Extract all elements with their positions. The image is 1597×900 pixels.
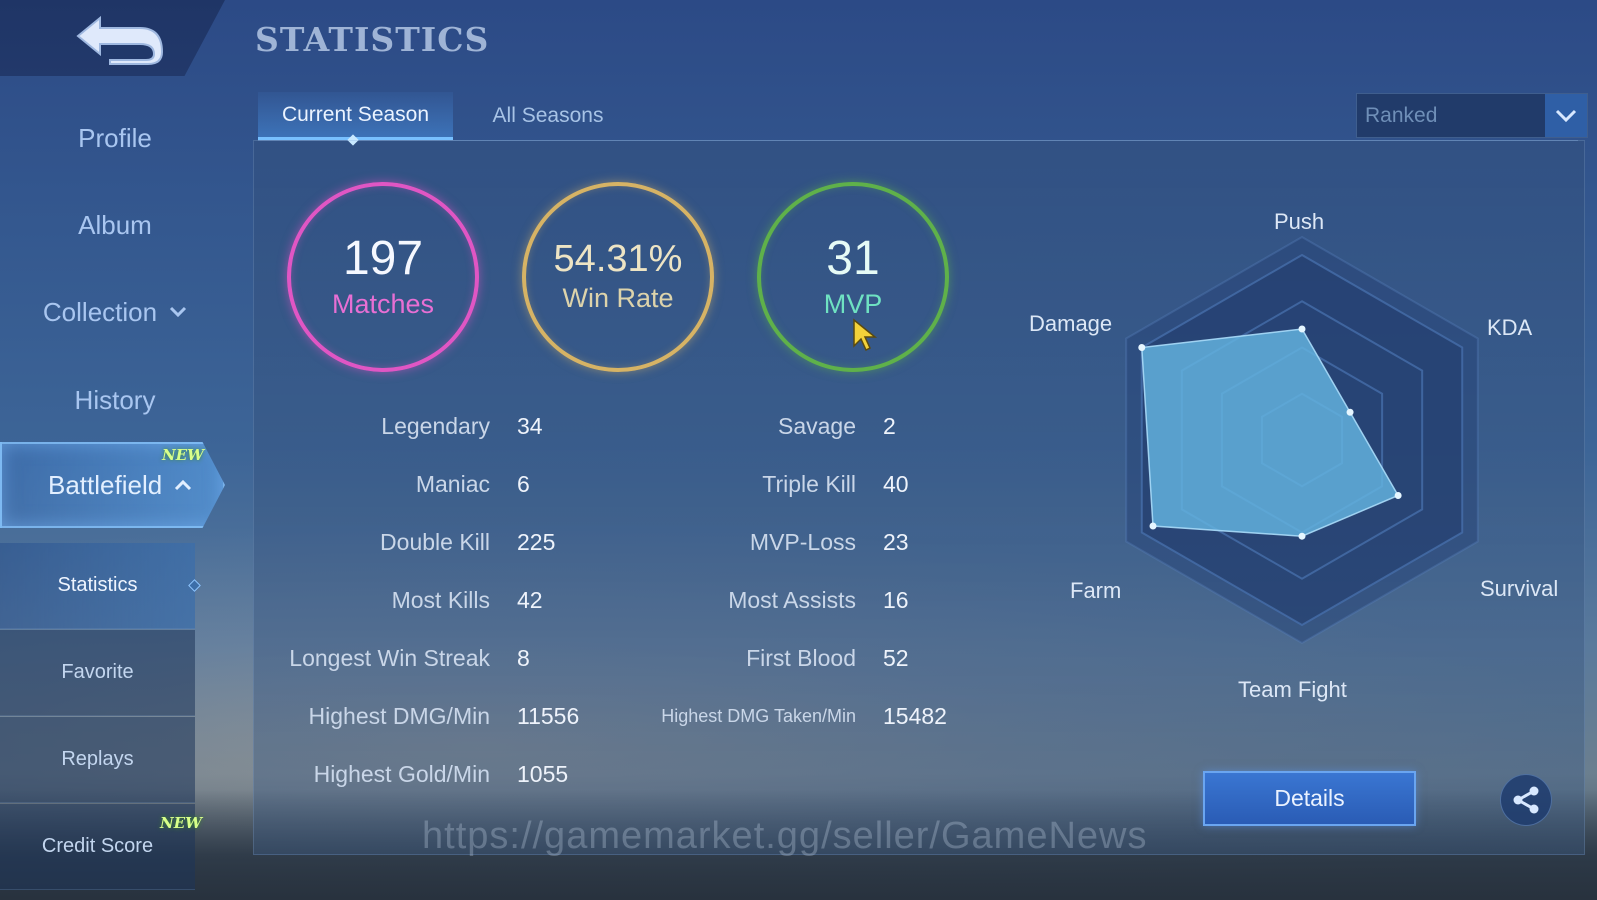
mode-select[interactable]: Ranked xyxy=(1356,93,1588,138)
radar-point xyxy=(1298,532,1306,540)
tab-divider xyxy=(258,140,1578,141)
stat-value: 23 xyxy=(883,529,909,555)
mouse-cursor-icon xyxy=(853,318,878,352)
sidebar: Profile Album Collection History Battlef… xyxy=(0,90,230,900)
sidebar-item-history[interactable]: History xyxy=(0,370,230,430)
stat-label: Highest DMG/Min xyxy=(308,703,490,729)
radar-axis-label: Team Fight xyxy=(1238,677,1347,702)
radar-point xyxy=(1138,344,1146,351)
tab-label: All Seasons xyxy=(492,104,604,127)
new-badge: NEW xyxy=(162,446,204,464)
sidebar-item-label: History xyxy=(74,384,156,415)
stat-label: Most Assists xyxy=(728,587,856,613)
stat-value: 11556 xyxy=(517,703,580,729)
sidebar-subitem-statistics[interactable]: Statistics xyxy=(0,543,201,629)
stat-value: 42 xyxy=(517,587,543,613)
radar-axis-label: Damage xyxy=(1029,311,1113,336)
radar-point xyxy=(1149,522,1157,530)
stat-value: 15482 xyxy=(883,703,947,729)
tab-all-seasons[interactable]: All Seasons xyxy=(473,92,623,140)
stat-label: Maniac xyxy=(415,471,490,497)
sidebar-subitem-favorite[interactable]: Favorite xyxy=(0,630,195,716)
win-rate-value: 54.31% xyxy=(553,237,683,280)
radar-axis-label: Survival xyxy=(1480,576,1559,601)
mvp-label: MVP xyxy=(823,288,883,319)
sidebar-item-label: Favorite xyxy=(61,661,134,683)
selected-diamond-icon xyxy=(188,579,201,592)
stat-value: 8 xyxy=(517,645,530,671)
new-badge: NEW xyxy=(160,814,202,832)
stat-value: 225 xyxy=(517,529,556,555)
stat-value: 34 xyxy=(517,413,543,439)
share-button[interactable] xyxy=(1500,774,1552,826)
stat-value: 52 xyxy=(883,645,909,671)
sidebar-item-label: Statistics xyxy=(57,574,138,596)
sidebar-item-label: Album xyxy=(78,209,152,240)
mvp-count: 31 xyxy=(826,232,880,286)
performance-radar xyxy=(1020,205,1580,725)
chevron-down-icon xyxy=(169,302,187,323)
details-button[interactable]: Details xyxy=(1203,771,1416,826)
stat-label: Savage xyxy=(777,413,856,439)
tab-label: Current Season xyxy=(281,102,430,126)
chevron-up-icon xyxy=(174,475,192,496)
radar-chart xyxy=(1125,235,1479,645)
radar-point xyxy=(1346,408,1354,416)
sidebar-item-label: Battlefield xyxy=(48,469,163,500)
matches-ring: 197 Matches xyxy=(287,182,479,372)
tab-current-season[interactable]: Current Season xyxy=(258,92,453,146)
radar-axis-label: Farm xyxy=(1070,578,1122,603)
mode-select-value: Ranked xyxy=(1365,103,1438,127)
matches-label: Matches xyxy=(331,288,435,319)
details-button-label: Details xyxy=(1274,785,1345,811)
chevron-down-icon xyxy=(1545,94,1587,137)
win-rate-label: Win Rate xyxy=(562,283,674,314)
sidebar-item-album[interactable]: Album xyxy=(0,195,230,255)
matches-count: 197 xyxy=(342,232,424,286)
stat-label: Legendary xyxy=(381,413,490,439)
back-button[interactable] xyxy=(70,10,170,66)
share-icon xyxy=(1513,786,1539,814)
sidebar-item-profile[interactable]: Profile xyxy=(0,108,230,168)
sidebar-item-label: Replays xyxy=(61,748,134,770)
stat-label: Highest DMG Taken/Min xyxy=(661,706,856,726)
radar-axis-label: KDA xyxy=(1487,315,1533,340)
sidebar-subitem-replays[interactable]: Replays xyxy=(0,717,195,803)
sidebar-item-label: Collection xyxy=(42,296,158,327)
sidebar-item-label: Credit Score xyxy=(41,835,154,857)
radar-point xyxy=(1298,325,1306,333)
stat-value: 1055 xyxy=(517,761,569,787)
stat-label: MVP-Loss xyxy=(749,529,856,555)
win-rate-ring: 54.31% Win Rate xyxy=(522,182,714,372)
radar-point xyxy=(1394,492,1402,499)
stat-value: 16 xyxy=(883,587,909,613)
radar-axis-label: Push xyxy=(1274,209,1325,234)
stat-label: Double Kill xyxy=(380,529,490,555)
sidebar-item-collection[interactable]: Collection xyxy=(0,282,230,342)
stat-value: 2 xyxy=(883,413,896,439)
sidebar-item-label: Profile xyxy=(78,122,152,153)
back-arrow-icon xyxy=(76,15,164,65)
stat-value: 40 xyxy=(883,471,909,497)
stat-label: First Blood xyxy=(746,645,856,671)
watermark-text: https://gamemarket.gg/seller/GameNews xyxy=(422,815,1148,857)
stat-label: Triple Kill xyxy=(762,471,856,497)
stat-label: Highest Gold/Min xyxy=(313,761,490,787)
stat-label: Most Kills xyxy=(391,587,490,613)
stat-label: Longest Win Streak xyxy=(289,645,490,671)
stat-value: 6 xyxy=(517,471,530,497)
page-title: STATISTICS xyxy=(255,20,490,59)
